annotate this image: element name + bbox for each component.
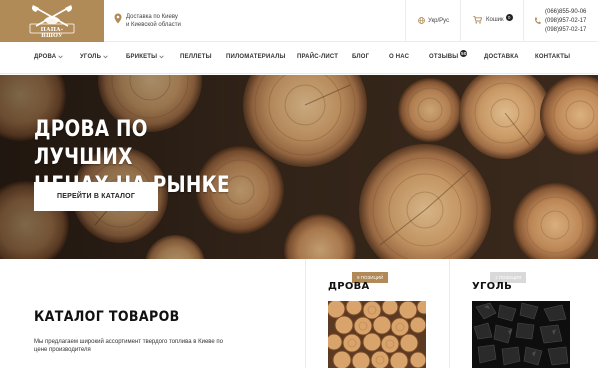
chevron-down-icon	[58, 55, 63, 59]
main-nav: ДРОВА УГОЛЬ БРИКЕТЫ ПЕЛЛЕТЫ ПИЛОМАТЕРИАЛ…	[0, 42, 598, 74]
nav-item-label: ДРОВА	[34, 54, 57, 60]
nav-item-pilomaterialy[interactable]: ПИЛОМАТЕРИАЛЫ	[226, 54, 286, 60]
phone-numbers: (066)855-90-06 (098)957-02-17 (098)957-0…	[534, 8, 586, 35]
delivery-line-2: и Киевской области	[126, 22, 181, 28]
phone-number[interactable]: (098)957-02-17	[545, 17, 586, 26]
catalog-section: КАТАЛОГ ТОВАРОВ Мы предлагаем широкий ас…	[0, 259, 598, 368]
language-switcher[interactable]: Укр/Рус	[418, 17, 449, 24]
cart-button[interactable]: Кошик 0	[473, 13, 513, 24]
nav-item-label: ДОСТАВКА	[484, 54, 519, 60]
category-name: УГОЛЬ	[472, 281, 513, 292]
top-bar: ПАПА-ВШОУ Доставка по Киеву и Киевской о…	[0, 0, 598, 42]
phone-icon	[535, 17, 541, 24]
nav-item-ugol[interactable]: УГОЛЬ	[80, 54, 108, 60]
nav-item-label: БРИКЕТЫ	[126, 54, 158, 60]
nav-item-label: ПЕЛЛЕТЫ	[180, 54, 212, 60]
delivery-line-1: Доставка по Киеву	[126, 14, 178, 20]
catalog-title: КАТАЛОГ ТОВАРОВ	[34, 309, 180, 325]
logo[interactable]: ПАПА-ВШОУ	[0, 0, 104, 42]
nav-item-contacts[interactable]: КОНТАКТЫ	[535, 54, 570, 60]
nav-item-drova[interactable]: ДРОВА	[34, 54, 63, 60]
cart-count-badge: 0	[505, 13, 513, 21]
nav-item-label: О НАС	[389, 54, 410, 60]
phone-number[interactable]: (098)957-02-17	[545, 26, 586, 35]
go-to-catalog-button[interactable]: ПЕРЕЙТИ В КАТАЛОГ	[34, 182, 158, 211]
coal-image	[472, 301, 570, 368]
delivery-info: Доставка по Киеву и Киевской области	[114, 13, 181, 29]
catalog-intro: КАТАЛОГ ТОВАРОВ Мы предлагаем широкий ас…	[0, 259, 304, 368]
cart-icon	[473, 16, 482, 24]
nav-item-about[interactable]: О НАС	[389, 54, 409, 60]
nav-item-label: УГОЛЬ	[80, 54, 102, 60]
globe-icon	[418, 17, 425, 24]
nav-item-brikety[interactable]: БРИКЕТЫ	[126, 54, 164, 60]
nav-item-delivery[interactable]: ДОСТАВКА	[484, 54, 519, 60]
nav-item-label: БЛОГ	[352, 54, 370, 60]
category-card-ugol[interactable]: 1 ПОЗИЦИЯ УГОЛЬ	[449, 259, 593, 368]
nav-item-label: КОНТАКТЫ	[535, 54, 571, 60]
chevron-down-icon	[159, 55, 164, 59]
hero-banner: ДРОВА ПО ЛУЧШИХ ЦЕНАХ НА РЫНКЕ ПЕРЕЙТИ В…	[0, 75, 598, 259]
nav-item-pellety[interactable]: ПЕЛЛЕТЫ	[180, 54, 212, 60]
coal-photo[interactable]	[472, 301, 570, 368]
reviews-count-badge: 50	[460, 50, 468, 57]
firewood-photo[interactable]	[328, 301, 426, 368]
nav-item-label: ПРАЙС-ЛИСТ	[297, 54, 339, 60]
phone-number[interactable]: (066)855-90-06	[545, 8, 586, 17]
divider	[523, 0, 524, 42]
divider	[405, 0, 406, 42]
firewood-stack-image	[328, 301, 426, 368]
nav-item-label: ОТЗЫВЫ	[429, 54, 459, 60]
divider	[460, 0, 461, 42]
nav-item-price-list[interactable]: ПРАЙС-ЛИСТ	[297, 54, 338, 60]
hero-title-line-1: ДРОВА ПО ЛУЧШИХ	[34, 117, 148, 170]
catalog-description: Мы предлагаем широкий ассортимент твердо…	[34, 339, 223, 353]
nav-item-blog[interactable]: БЛОГ	[352, 54, 369, 60]
cart-label: Кошик	[486, 17, 504, 23]
nav-item-reviews[interactable]: ОТЗЫВЫ 50	[429, 50, 468, 60]
language-label: Укр/Рус	[428, 17, 450, 24]
nav-item-label: ПИЛОМАТЕРИАЛЫ	[226, 54, 286, 60]
category-card-drova[interactable]: 9 ПОЗИЦИЙ ДРОВА	[305, 259, 449, 368]
location-pin-icon	[114, 13, 122, 24]
logo-text: ПАПА-ВШОУ	[40, 27, 64, 39]
category-name: ДРОВА	[328, 281, 370, 292]
chevron-down-icon	[103, 55, 108, 59]
